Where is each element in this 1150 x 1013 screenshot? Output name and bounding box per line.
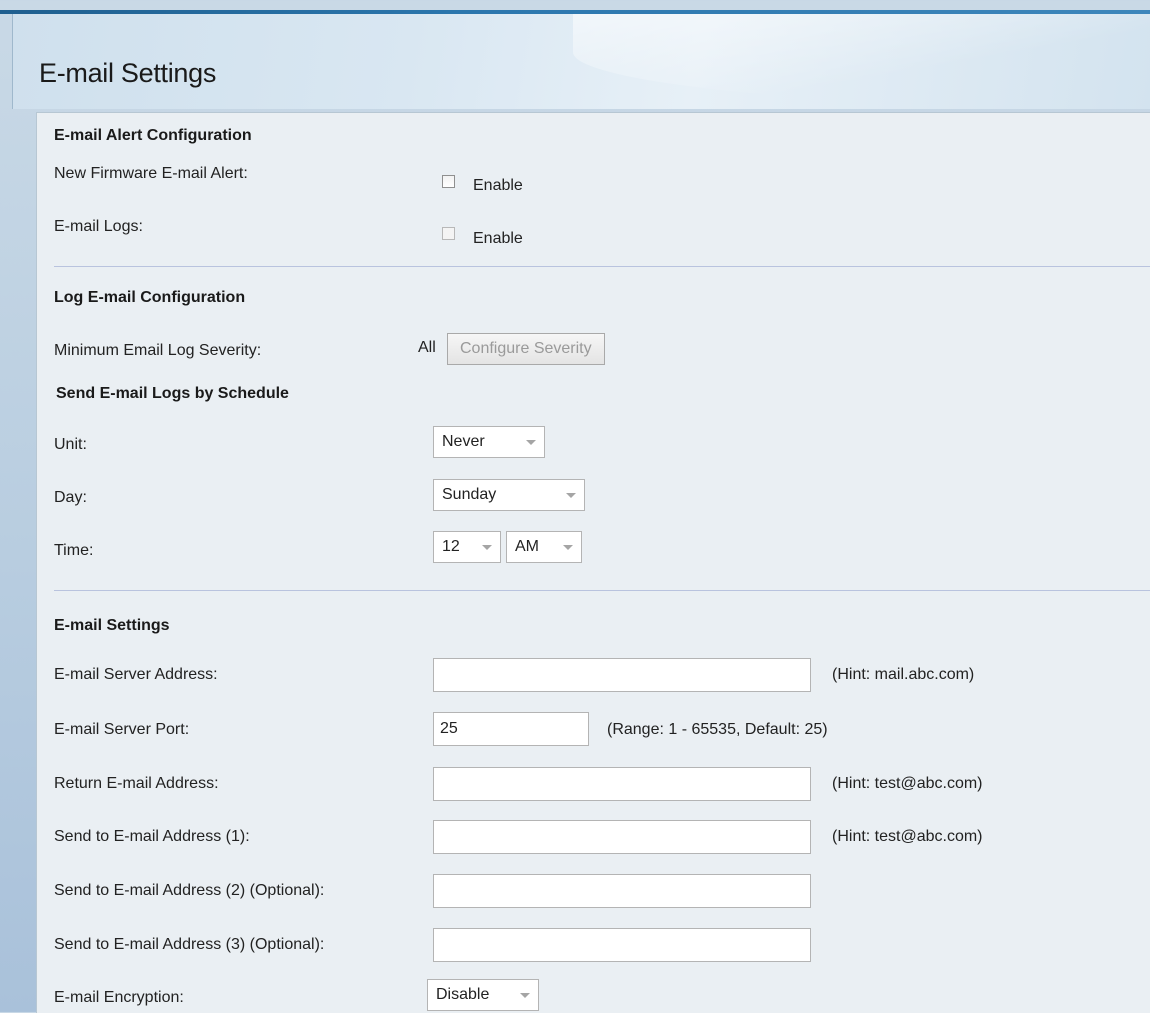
day-label: Day:: [54, 489, 87, 506]
email-logs-checkbox[interactable]: [442, 227, 455, 240]
send-to-1-hint: (Hint: test@abc.com): [832, 828, 983, 845]
server-port-input[interactable]: [433, 712, 589, 746]
section-title-email-settings: E-mail Settings: [54, 617, 170, 634]
firmware-alert-checkbox[interactable]: [442, 175, 455, 188]
email-logs-enable-label: Enable: [473, 230, 523, 247]
page-header: E-mail Settings: [12, 14, 1150, 109]
firmware-alert-enable-label: Enable: [473, 177, 523, 194]
time-hour-select[interactable]: 12: [433, 531, 501, 563]
day-select[interactable]: Sunday: [433, 479, 585, 511]
chevron-down-icon: [482, 545, 492, 550]
send-to-2-input[interactable]: [433, 874, 811, 908]
settings-panel: E-mail Alert Configuration New Firmware …: [36, 112, 1150, 1013]
severity-label: Minimum Email Log Severity:: [54, 342, 262, 359]
server-port-label: E-mail Server Port:: [54, 721, 190, 738]
server-address-hint: (Hint: mail.abc.com): [832, 666, 975, 683]
send-to-3-input[interactable]: [433, 928, 811, 962]
section-divider: [54, 590, 1150, 591]
chevron-down-icon: [520, 993, 530, 998]
server-address-input[interactable]: [433, 658, 811, 692]
section-title-alert-config: E-mail Alert Configuration: [54, 127, 252, 144]
send-to-1-input[interactable]: [433, 820, 811, 854]
chevron-down-icon: [563, 545, 573, 550]
section-title-schedule: Send E-mail Logs by Schedule: [56, 385, 289, 402]
server-port-hint: (Range: 1 - 65535, Default: 25): [607, 721, 828, 738]
time-ampm-select[interactable]: AM: [506, 531, 582, 563]
severity-value: All: [418, 339, 436, 356]
unit-select-value: Never: [442, 433, 485, 450]
return-address-hint: (Hint: test@abc.com): [832, 775, 983, 792]
time-label: Time:: [54, 542, 94, 559]
header-decoration: [573, 14, 1150, 109]
time-ampm-value: AM: [515, 538, 539, 555]
section-divider: [54, 266, 1150, 267]
server-address-label: E-mail Server Address:: [54, 666, 218, 683]
unit-label: Unit:: [54, 436, 87, 453]
return-address-input[interactable]: [433, 767, 811, 801]
encryption-label: E-mail Encryption:: [54, 989, 184, 1006]
chevron-down-icon: [566, 493, 576, 498]
section-title-log-config: Log E-mail Configuration: [54, 289, 246, 306]
unit-select[interactable]: Never: [433, 426, 545, 458]
configure-severity-button[interactable]: Configure Severity: [447, 333, 605, 365]
encryption-select-value: Disable: [436, 986, 490, 1003]
day-select-value: Sunday: [442, 486, 497, 503]
send-to-1-label: Send to E-mail Address (1):: [54, 828, 250, 845]
firmware-alert-label: New Firmware E-mail Alert:: [54, 165, 248, 182]
page-title: E-mail Settings: [39, 58, 217, 88]
chevron-down-icon: [526, 440, 536, 445]
send-to-2-label: Send to E-mail Address (2) (Optional):: [54, 882, 325, 899]
encryption-select[interactable]: Disable: [427, 979, 539, 1011]
time-hour-value: 12: [442, 538, 460, 555]
send-to-3-label: Send to E-mail Address (3) (Optional):: [54, 936, 325, 953]
email-logs-label: E-mail Logs:: [54, 218, 143, 235]
return-address-label: Return E-mail Address:: [54, 775, 219, 792]
